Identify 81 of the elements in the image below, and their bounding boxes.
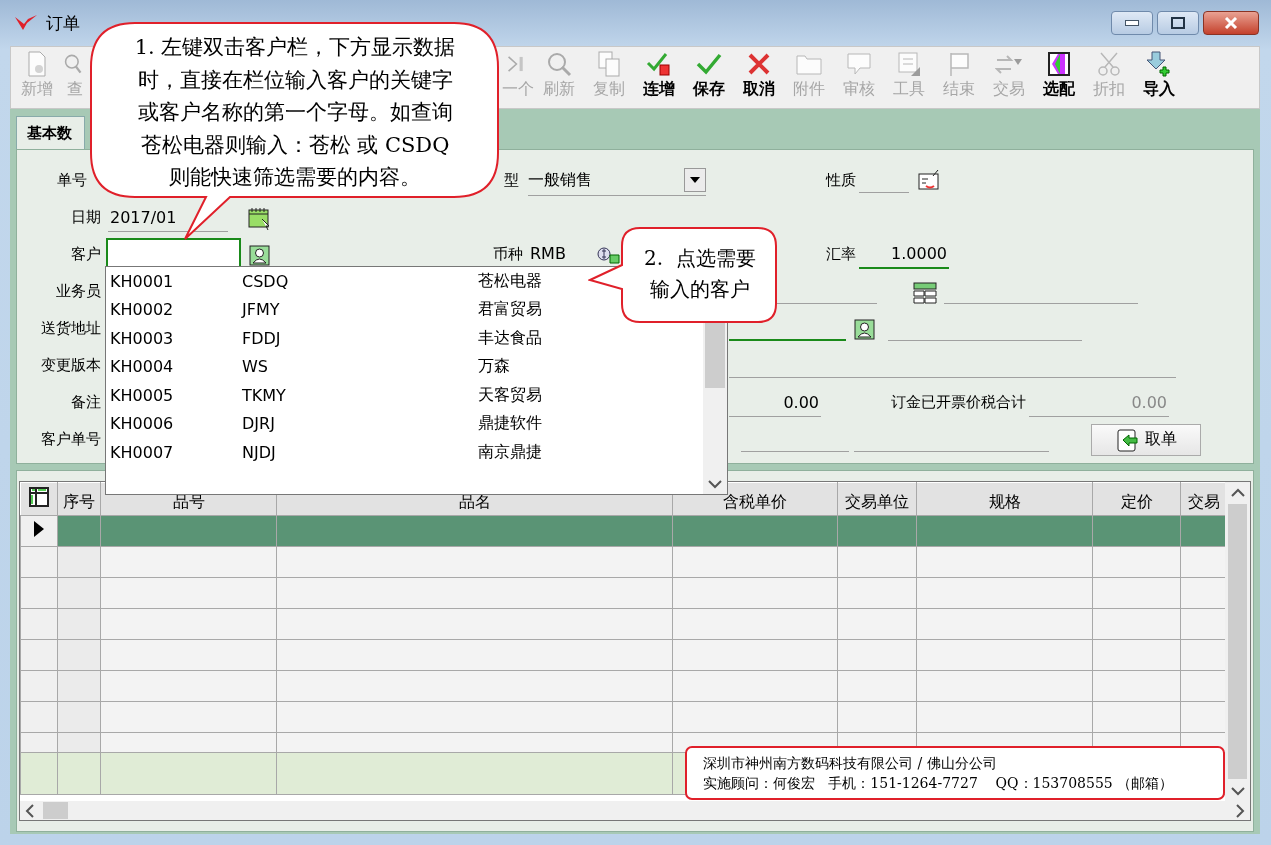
input-field[interactable]: 1.0000 [859,240,949,269]
toolbar-button[interactable]: 选配 [1034,51,1084,107]
dropdown-button[interactable] [684,168,706,192]
window-title: 订单 [46,11,81,35]
person-icon[interactable] [248,242,271,267]
book-icon [1045,51,1073,77]
toolbar-button[interactable]: 取消 [734,51,784,107]
field-label: 客户 [70,245,101,264]
field-label: 币种 [492,245,523,264]
row-pointer-icon [34,521,44,537]
person-icon[interactable] [853,316,876,341]
download-icon [1145,51,1173,77]
check-icon [645,51,673,77]
minimize-icon [1125,20,1139,26]
vertical-scrollbar[interactable] [1225,482,1250,801]
field-label: 备注 [70,393,101,412]
callout-text: 则能快速筛选需要的内容。 [169,164,421,191]
list-item[interactable]: KH0006 DJRJ 鼎捷软件 [106,409,666,438]
column-header[interactable]: 交易单位 [837,482,917,516]
speech-icon [845,51,873,77]
logo-icon [14,14,38,32]
column-header[interactable]: 交易 [1180,482,1228,516]
list-icon[interactable] [912,279,938,304]
field-label: 单号 [56,171,87,190]
scroll-thumb[interactable] [43,802,68,819]
check-icon [695,51,723,77]
toolbar-button[interactable]: 导入 [1134,51,1184,107]
scroll-right-icon [1236,803,1245,818]
field-label: 送货地址 [40,319,101,338]
callout-text: 或客户名称的第一个字母。如查询 [137,99,453,126]
magnifier-icon [545,51,573,77]
tab[interactable]: 基本数 [16,116,85,149]
maximize-button[interactable] [1157,11,1199,35]
grid-icon [29,486,49,507]
input-field[interactable]: 0.00 [729,388,821,417]
info-text: 深圳市神州南方数码科技有限公司 / 佛山分公司 [703,754,998,773]
card-icon[interactable] [917,168,941,193]
field-label: 日期 [70,208,101,227]
scroll-down-icon [1230,786,1245,796]
field-label: 型 [503,171,519,190]
scissors-icon [1095,51,1123,77]
scroll-left-icon [25,803,34,818]
minimize-button[interactable] [1111,11,1153,35]
toolbar-button[interactable]: 连增 [634,51,684,107]
column-chooser-button[interactable] [20,482,58,516]
edit-icon [895,51,923,77]
fetch-button[interactable]: 取单 [1091,423,1201,456]
scroll-down-icon [708,479,722,489]
list-item[interactable]: KH0004 WS 万森 [106,352,666,381]
copy-icon [595,51,623,77]
column-header[interactable]: 规格 [916,482,1093,516]
swap-icon [1115,427,1139,452]
caret-icon [690,177,700,183]
field-label: 变更版本 [40,356,101,375]
field-label: 订金已开票价税合计 [890,393,1026,412]
list-item[interactable]: KH0007 NJDJ 南京鼎捷 [106,438,666,467]
callout-text: 2. 点选需要 [644,245,756,272]
toolbar-button[interactable]: 保存 [684,51,734,107]
field-label: 业务员 [55,282,101,301]
maximize-icon [1171,17,1185,29]
field-label: 性质 [824,171,856,190]
horizontal-scrollbar[interactable] [20,801,1250,820]
callout-text: 苍松电器则输入：苍松 或 CSDQ [140,131,450,159]
callout-text: 时，直接在栏位输入客户的关键字 [137,66,453,94]
close-icon [1224,17,1238,29]
row-header[interactable] [20,515,58,547]
callout-text: 输入的客户 [650,276,750,303]
scroll-thumb[interactable] [1228,504,1247,779]
close-button[interactable] [1203,11,1259,35]
list-item[interactable]: KH0005 TKMY 天客贸易 [106,381,666,410]
field-label: 客户单号 [40,430,101,449]
calendar-icon[interactable] [247,205,271,230]
info-text: 实施顾问：何俊宏 手机：151-1264-7727 QQ：153708555 （邮箱） [703,774,1175,793]
table-cell [57,752,101,795]
column-header[interactable]: 定价 [1092,482,1181,516]
scroll-up-icon [1230,487,1245,497]
field-label: 汇率 [825,245,856,264]
callout-text: 1. 左键双击客户栏，下方显示数据 [134,34,456,61]
list-item[interactable]: KH0003 FDDJ 丰达食品 [106,324,666,353]
column-header[interactable]: 序号 [57,482,101,516]
dropdown-field[interactable]: 一般销售 [528,165,706,196]
